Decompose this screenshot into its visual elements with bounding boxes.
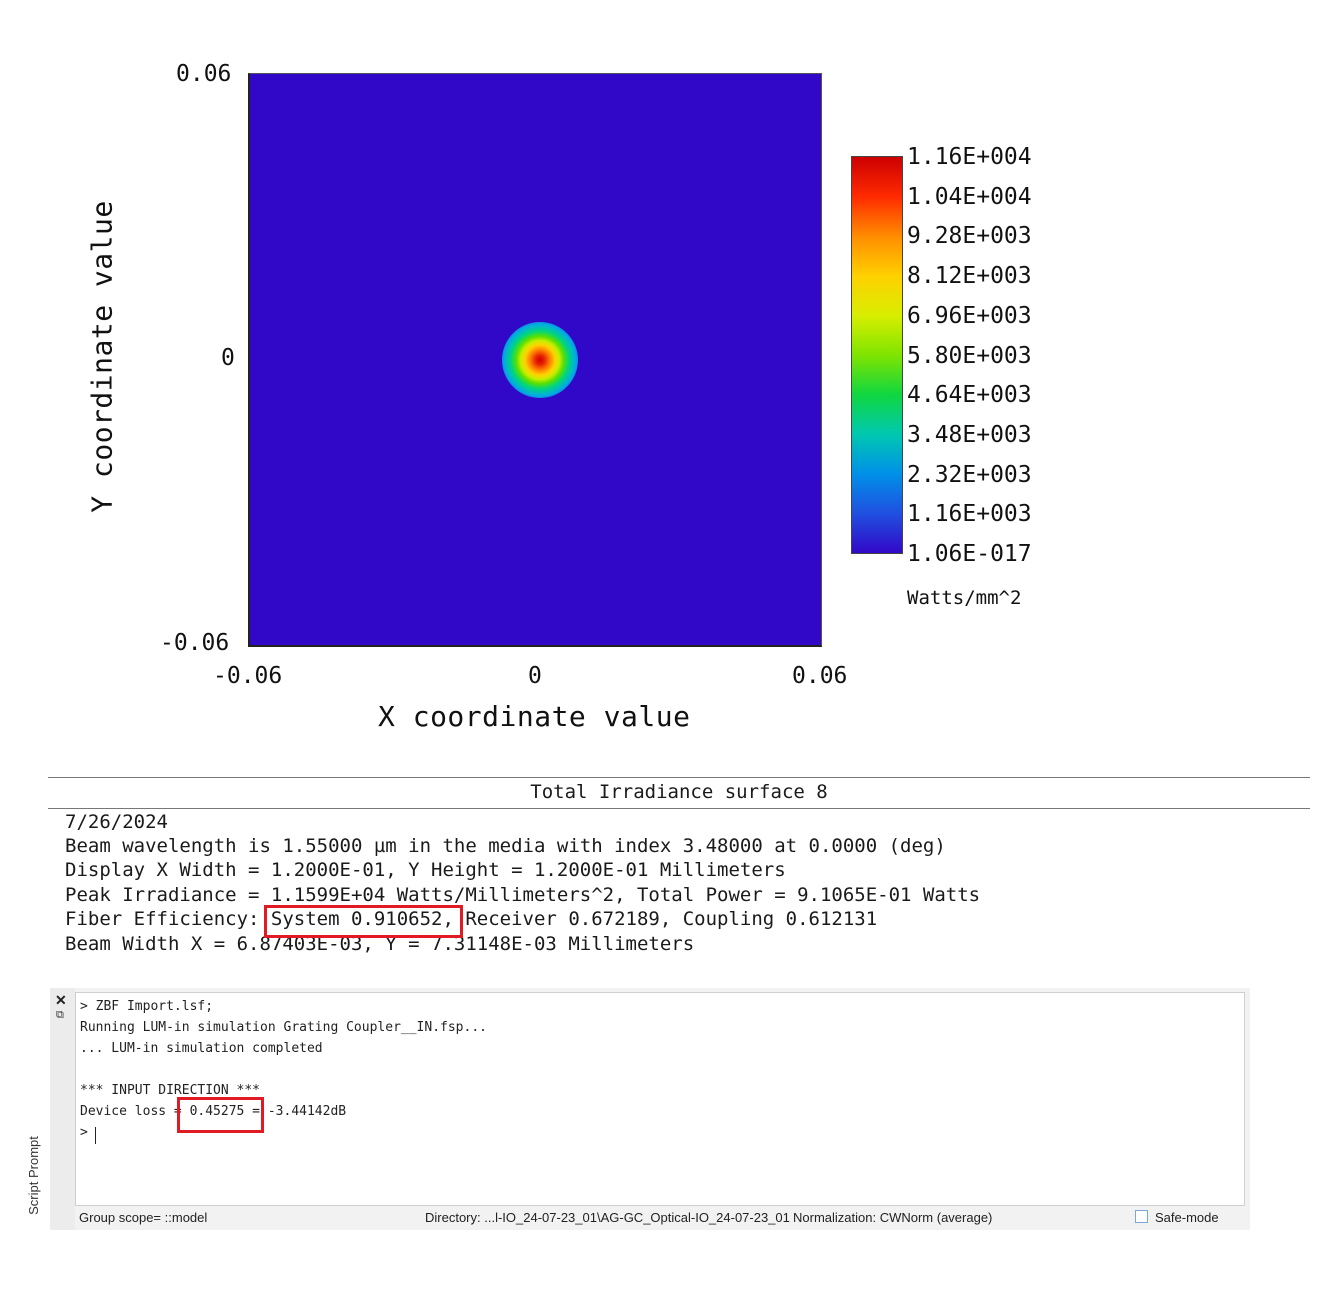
- colorbar-tick-label: 1.06E-017: [907, 541, 1032, 567]
- info-peak-irradiance: Peak Irradiance = 1.1599E+04 Watts/Milli…: [65, 884, 981, 906]
- info-display-size: Display X Width = 1.2000E-01, Y Height =…: [65, 859, 786, 881]
- colorbar: [851, 156, 903, 554]
- colorbar-tick-label: 6.96E+003: [907, 302, 1032, 329]
- x-tick-mid: 0: [528, 663, 542, 689]
- device-loss-highlight: [177, 1097, 264, 1133]
- float-window-icon[interactable]: ⧉: [56, 1009, 64, 1022]
- info-title-divider: [48, 808, 1310, 809]
- x-axis-title: X coordinate value: [378, 700, 691, 733]
- x-tick-max: 0.06: [792, 663, 848, 689]
- console-line: > ZBF Import.lsf;: [80, 999, 214, 1014]
- info-top-divider: [48, 777, 1310, 778]
- script-prompt-tab-label[interactable]: Script Prompt: [26, 1136, 41, 1215]
- console-line: >: [80, 1125, 88, 1140]
- colorbar-unit: Watts/mm^2: [907, 587, 1022, 609]
- status-normalization: Normalization: CWNorm (average): [793, 1210, 993, 1225]
- close-icon[interactable]: ✕: [55, 992, 67, 1009]
- colorbar-tick-label: 2.32E+003: [907, 461, 1032, 488]
- colorbar-tick-label: 9.28E+003: [907, 223, 1032, 250]
- console-line: *** INPUT DIRECTION ***: [80, 1083, 261, 1098]
- y-axis-title: Y coordinate value: [85, 200, 119, 513]
- colorbar-tick-label: 3.48E+003: [907, 421, 1032, 448]
- x-tick-min: -0.06: [213, 663, 283, 689]
- colorbar-tick-label: 4.64E+003: [907, 382, 1032, 409]
- y-tick-min: -0.06: [160, 630, 230, 656]
- colorbar-tick-label: 8.12E+003: [907, 263, 1032, 290]
- console-line: ... LUM-in simulation completed: [80, 1041, 323, 1056]
- info-date: 7/26/2024: [65, 811, 168, 833]
- console-line: Running LUM-in simulation Grating Couple…: [80, 1020, 487, 1035]
- y-tick-mid: 0: [221, 345, 235, 371]
- irradiance-plot-area: [248, 73, 822, 647]
- script-prompt-sidebar: [50, 988, 75, 1230]
- system-efficiency-highlight: [264, 905, 463, 938]
- info-fiber-efficiency: Fiber Efficiency: System 0.910652, Recei…: [65, 908, 878, 930]
- colorbar-tick-label: 5.80E+003: [907, 342, 1032, 369]
- colorbar-tick-label: 1.16E+003: [907, 501, 1032, 528]
- status-directory: Directory: ...l-IO_24-07-23_01\AG-GC_Opt…: [425, 1210, 790, 1225]
- safe-mode-checkbox[interactable]: [1135, 1210, 1148, 1223]
- colorbar-tick-label: 1.04E+004: [907, 183, 1032, 210]
- text-cursor: [95, 1127, 96, 1144]
- info-wavelength: Beam wavelength is 1.55000 µm in the med…: [65, 835, 946, 857]
- info-title: Total Irradiance surface 8: [530, 781, 828, 803]
- status-group-scope: Group scope= ::model: [79, 1210, 208, 1225]
- colorbar-tick-label: 1.16E+004: [907, 144, 1032, 170]
- y-tick-max: 0.06: [176, 61, 232, 87]
- irradiance-peak-spot: [502, 322, 578, 398]
- safe-mode-label[interactable]: Safe-mode: [1155, 1210, 1219, 1225]
